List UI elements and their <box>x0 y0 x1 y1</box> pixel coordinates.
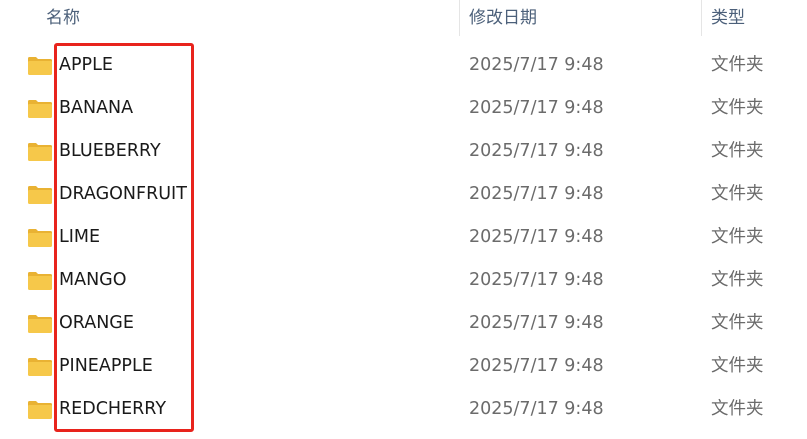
column-divider[interactable] <box>701 0 702 36</box>
folder-icon <box>28 315 52 333</box>
file-name: BLUEBERRY <box>59 141 161 161</box>
column-header-name[interactable]: 名称 <box>46 0 456 36</box>
folder-icon <box>28 358 52 376</box>
file-name: MANGO <box>59 270 127 290</box>
file-row[interactable]: BLUEBERRY 2025/7/17 9:48 文件夹 <box>0 130 807 173</box>
file-type: 文件夹 <box>711 227 764 247</box>
file-type: 文件夹 <box>711 399 764 419</box>
file-type: 文件夹 <box>711 55 764 75</box>
file-list: APPLE 2025/7/17 9:48 文件夹 BANANA 2025/7/1… <box>0 44 807 431</box>
file-date-modified: 2025/7/17 9:48 <box>469 227 604 247</box>
file-type: 文件夹 <box>711 141 764 161</box>
file-row[interactable]: MANGO 2025/7/17 9:48 文件夹 <box>0 259 807 302</box>
folder-icon <box>28 57 52 75</box>
file-row[interactable]: PINEAPPLE 2025/7/17 9:48 文件夹 <box>0 345 807 388</box>
file-row[interactable]: APPLE 2025/7/17 9:48 文件夹 <box>0 44 807 87</box>
file-row[interactable]: BANANA 2025/7/17 9:48 文件夹 <box>0 87 807 130</box>
column-header-type[interactable]: 类型 <box>711 0 807 36</box>
file-date-modified: 2025/7/17 9:48 <box>469 141 604 161</box>
column-divider[interactable] <box>459 0 460 36</box>
file-date-modified: 2025/7/17 9:48 <box>469 270 604 290</box>
folder-icon <box>28 401 52 419</box>
folder-icon <box>28 143 52 161</box>
file-row[interactable]: LIME 2025/7/17 9:48 文件夹 <box>0 216 807 259</box>
file-name: BANANA <box>59 98 134 118</box>
file-name: ORANGE <box>59 313 134 333</box>
file-type: 文件夹 <box>711 313 764 333</box>
file-date-modified: 2025/7/17 9:48 <box>469 399 604 419</box>
file-name: PINEAPPLE <box>59 356 153 376</box>
file-date-modified: 2025/7/17 9:48 <box>469 55 604 75</box>
file-type: 文件夹 <box>711 356 764 376</box>
column-header-bar: ^ 名称 修改日期 类型 <box>0 0 807 36</box>
folder-icon <box>28 186 52 204</box>
file-date-modified: 2025/7/17 9:48 <box>469 313 604 333</box>
folder-icon <box>28 272 52 290</box>
file-name: LIME <box>59 227 101 247</box>
file-row[interactable]: REDCHERRY 2025/7/17 9:48 文件夹 <box>0 388 807 431</box>
file-row[interactable]: DRAGONFRUIT 2025/7/17 9:48 文件夹 <box>0 173 807 216</box>
file-type: 文件夹 <box>711 98 764 118</box>
file-date-modified: 2025/7/17 9:48 <box>469 98 604 118</box>
file-type: 文件夹 <box>711 270 764 290</box>
folder-icon <box>28 229 52 247</box>
folder-icon <box>28 100 52 118</box>
file-date-modified: 2025/7/17 9:48 <box>469 184 604 204</box>
file-row[interactable]: ORANGE 2025/7/17 9:48 文件夹 <box>0 302 807 345</box>
file-name: DRAGONFRUIT <box>59 184 187 204</box>
file-explorer-list: ^ 名称 修改日期 类型 APPLE 2025/7/17 9:48 文件夹 BA… <box>0 0 807 439</box>
file-name: APPLE <box>59 55 113 75</box>
file-type: 文件夹 <box>711 184 764 204</box>
file-name: REDCHERRY <box>59 399 167 419</box>
column-header-date-modified[interactable]: 修改日期 <box>469 0 699 36</box>
file-date-modified: 2025/7/17 9:48 <box>469 356 604 376</box>
